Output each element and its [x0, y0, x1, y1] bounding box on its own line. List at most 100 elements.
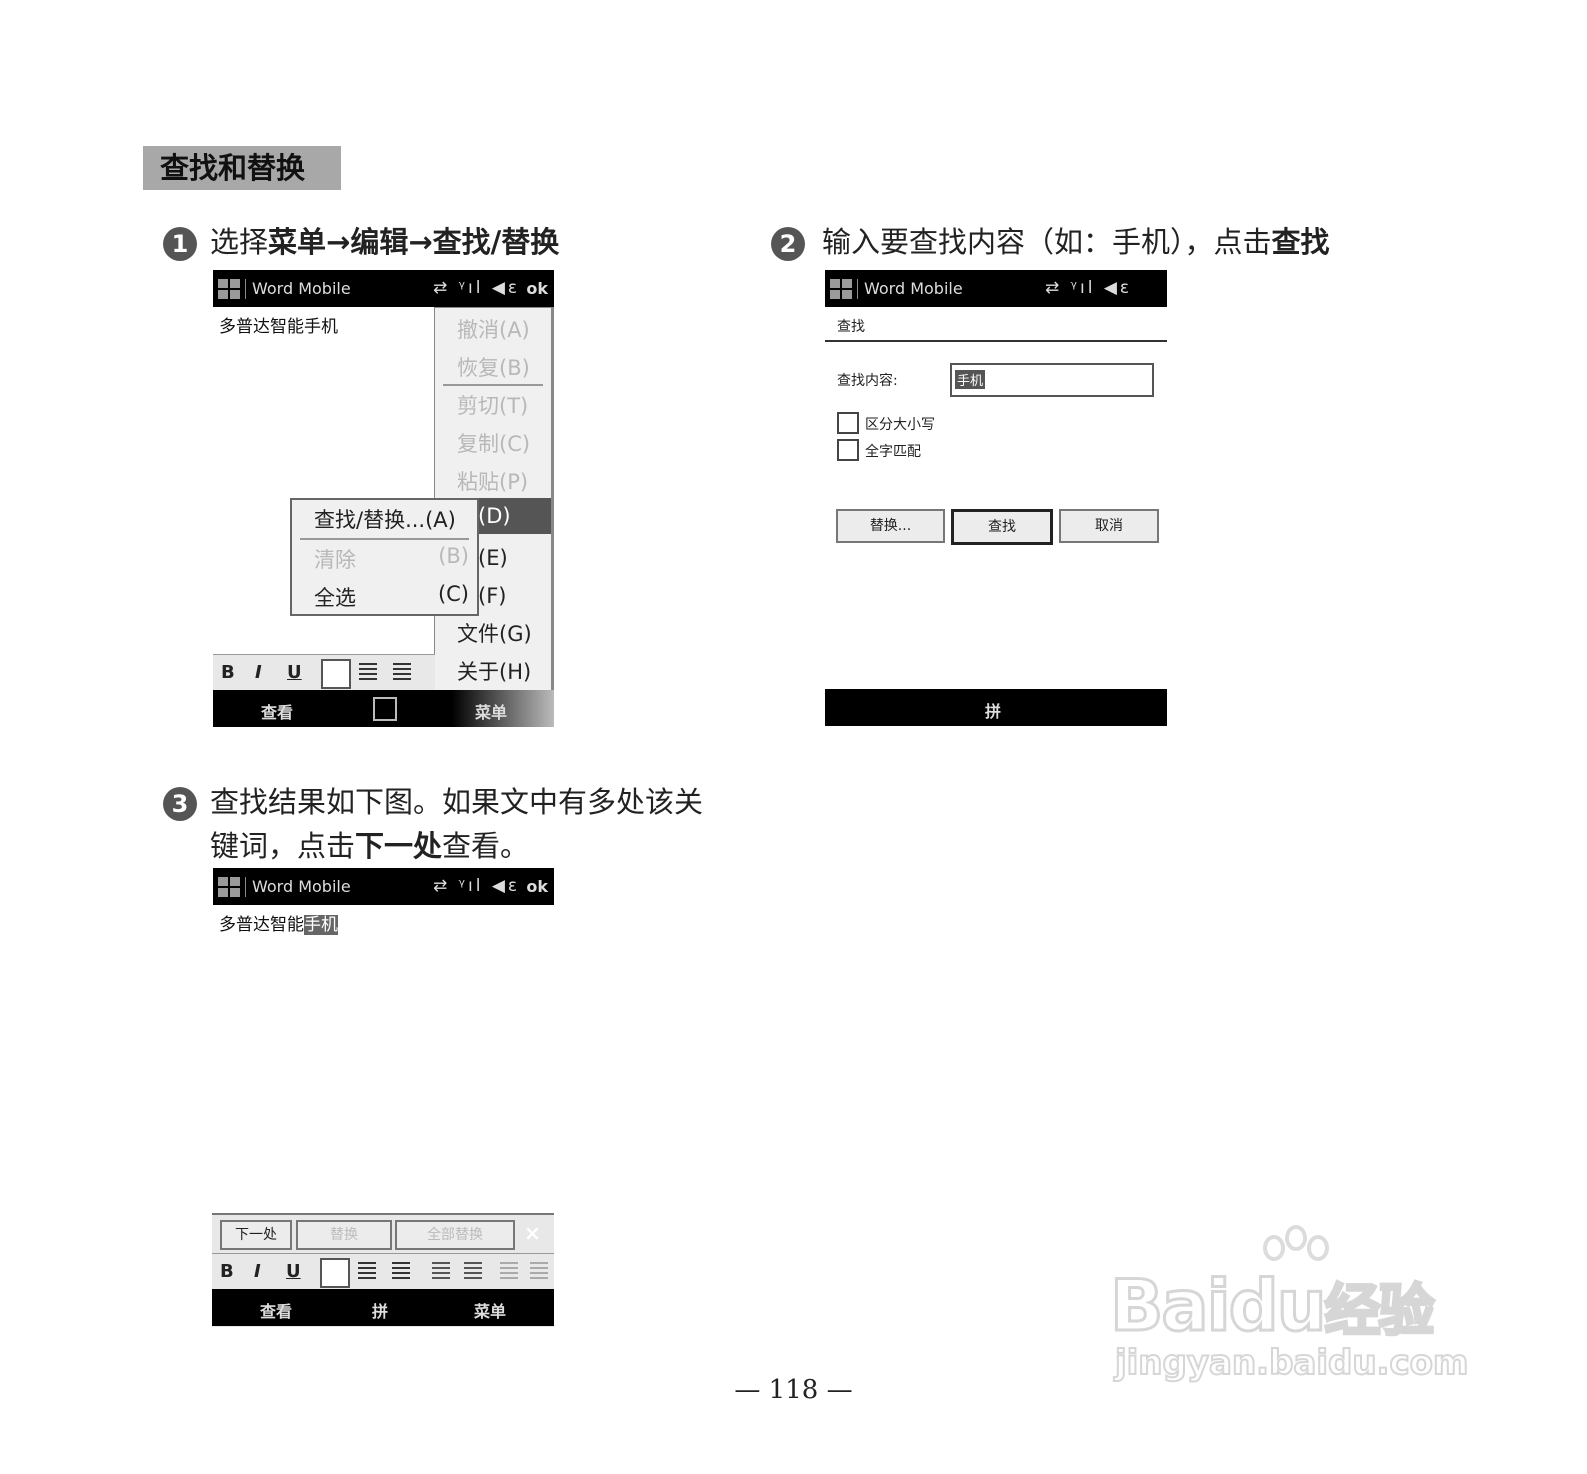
menu-item-paste[interactable]: 粘贴(P) — [435, 466, 551, 496]
step-1-text: 选择菜单→编辑→查找/替换 — [210, 223, 559, 261]
submenu-find-replace[interactable]: 查找/替换...(A) — [292, 504, 477, 534]
decrease-indent-icon[interactable] — [500, 1262, 518, 1280]
soft-key-input-method[interactable]: 拼 — [985, 698, 1001, 722]
watermark-du: du — [1227, 1264, 1328, 1349]
step-1-arrow-2: → — [408, 225, 433, 259]
bold-button[interactable]: B — [221, 662, 235, 683]
soft-key-bar: 查看 拼 菜单 — [212, 1289, 554, 1326]
whole-word-checkbox[interactable] — [837, 439, 859, 461]
ok-button[interactable]: ok — [526, 279, 548, 298]
replace-all-button[interactable]: 全部替换 — [395, 1220, 515, 1250]
step-1-menu: 菜单 — [268, 225, 327, 259]
windows-start-icon[interactable] — [218, 877, 240, 897]
step-3-next: 下一处 — [355, 829, 443, 863]
match-case-label: 区分大小写 — [865, 417, 935, 433]
screen-1-titlebar: Word Mobile ⇄ ᵞıl ◀ε ok — [213, 270, 554, 307]
align-right-icon[interactable] — [393, 663, 411, 681]
replace-button[interactable]: 替换 — [296, 1220, 392, 1250]
step-2-find: 查找 — [1271, 225, 1330, 259]
step-2-number: 2 — [771, 227, 805, 261]
replace-button[interactable]: 替换... — [836, 509, 945, 543]
step-3-number: 3 — [163, 787, 197, 821]
menu-item-about[interactable]: 关于(H) — [435, 656, 551, 686]
soft-key-bar: 拼 — [825, 689, 1167, 726]
align-left-icon[interactable] — [320, 1258, 350, 1288]
find-input-value: 手机 — [955, 370, 986, 389]
italic-button[interactable]: I — [255, 662, 262, 683]
heading-divider — [825, 340, 1167, 342]
bold-button[interactable]: B — [220, 1261, 234, 1282]
step-3-line-1: 查找结果如下图。如果文中有多处该关 — [210, 785, 704, 819]
app-title: Word Mobile — [245, 877, 351, 897]
step-3-line-2: 键词，点击下一处查看。 — [210, 827, 529, 865]
step-1-number: 1 — [163, 227, 197, 261]
windows-start-icon[interactable] — [218, 279, 240, 299]
menu-separator — [443, 384, 543, 386]
dialog-heading: 查找 — [837, 319, 865, 335]
close-icon[interactable]: × — [524, 1221, 541, 1245]
soft-key-menu[interactable]: 菜单 — [474, 1298, 506, 1322]
step-3-line-2-suffix: 查看。 — [442, 829, 530, 863]
menu-item-cut[interactable]: 剪切(T) — [435, 390, 551, 420]
section-title: 查找和替换 — [143, 146, 341, 190]
watermark-jingyan: 经验 — [1323, 1278, 1436, 1346]
screen-1: Word Mobile ⇄ ᵞıl ◀ε ok 多普达智能手机 撤消(A) 恢复… — [213, 270, 554, 727]
step-1-edit: 编辑 — [350, 225, 409, 259]
align-center-icon[interactable] — [359, 663, 377, 681]
menu-item-copy[interactable]: 复制(C) — [435, 428, 551, 458]
find-input[interactable]: 手机 — [950, 363, 1154, 397]
soft-key-input-method[interactable]: 拼 — [372, 1298, 388, 1322]
next-button[interactable]: 下一处 — [220, 1220, 292, 1250]
status-icons[interactable]: ⇄ ᵞıl ◀ε — [433, 876, 520, 896]
document-text[interactable]: 多普达智能手机 — [219, 910, 338, 935]
soft-key-bar: 查看 菜单 — [213, 690, 554, 727]
step-1-find-replace: 查找/替换 — [432, 225, 560, 259]
document-text[interactable]: 多普达智能手机 — [219, 312, 338, 337]
app-title: Word Mobile — [857, 279, 963, 299]
bullet-list-icon[interactable] — [464, 1262, 482, 1280]
soft-key-menu[interactable]: 菜单 — [475, 699, 507, 723]
menu-item-file[interactable]: 文件(G) — [435, 618, 551, 648]
align-left-icon[interactable] — [321, 659, 351, 689]
match-case-checkbox[interactable] — [837, 412, 859, 434]
status-icons[interactable]: ⇄ ᵞıl ◀ε — [433, 278, 520, 298]
edit-submenu: 查找/替换...(A) 清除 (B) 全选 (C) — [290, 498, 479, 616]
format-toolbar: B I U — [212, 1253, 554, 1290]
step-2-prefix: 输入要查找内容（如：手机），点击 — [822, 225, 1272, 259]
whole-word-label: 全字匹配 — [865, 444, 921, 460]
align-center-icon[interactable] — [358, 1262, 376, 1280]
soft-key-view[interactable]: 查看 — [260, 1298, 292, 1322]
screen-2: Word Mobile ⇄ ᵞıl ◀ε 查找 查找内容: 手机 区分大小写 全… — [825, 270, 1167, 727]
watermark-brand: Baidu经验 — [1109, 1264, 1437, 1349]
windows-start-icon[interactable] — [830, 279, 852, 299]
baidu-watermark: Baidu经验 jingyan.baidu.com — [1109, 1225, 1480, 1395]
find-button[interactable]: 查找 — [951, 509, 1053, 545]
step-3-line-2-prefix: 键词，点击 — [210, 829, 356, 863]
screen-3-top: Word Mobile ⇄ ᵞıl ◀ε ok 多普达智能手机 — [213, 868, 554, 948]
screen-3-bottom: 下一处 替换 全部替换 × B I U 查看 拼 菜单 — [212, 1213, 554, 1327]
step-2-text: 输入要查找内容（如：手机），点击查找 — [822, 223, 1330, 261]
increase-indent-icon[interactable] — [530, 1262, 548, 1280]
app-title: Word Mobile — [245, 279, 351, 299]
step-1-arrow-1: → — [326, 225, 351, 259]
status-icons[interactable]: ⇄ ᵞıl ◀ε — [1045, 278, 1132, 298]
italic-button[interactable]: I — [254, 1261, 261, 1282]
watermark-bai: Bai — [1109, 1264, 1233, 1349]
menu-item-redo[interactable]: 恢复(B) — [435, 352, 551, 382]
keyboard-icon[interactable] — [373, 697, 397, 721]
screen-2-titlebar: Word Mobile ⇄ ᵞıl ◀ε — [825, 270, 1167, 307]
menu-item-undo[interactable]: 撤消(A) — [435, 314, 551, 344]
underline-button[interactable]: U — [287, 662, 302, 683]
submenu-select-all-key: (C) — [437, 582, 469, 606]
format-toolbar: B I U — [213, 654, 435, 691]
watermark-url: jingyan.baidu.com — [1114, 1342, 1469, 1384]
submenu-separator — [300, 538, 469, 540]
soft-key-view[interactable]: 查看 — [261, 699, 293, 723]
ok-button[interactable]: ok — [526, 877, 548, 896]
cancel-button[interactable]: 取消 — [1059, 509, 1159, 543]
step-1-prefix: 选择 — [210, 225, 269, 259]
search-highlight: 手机 — [304, 915, 338, 935]
align-right-icon[interactable] — [392, 1262, 410, 1280]
underline-button[interactable]: U — [286, 1261, 301, 1282]
numbered-list-icon[interactable] — [432, 1262, 450, 1280]
